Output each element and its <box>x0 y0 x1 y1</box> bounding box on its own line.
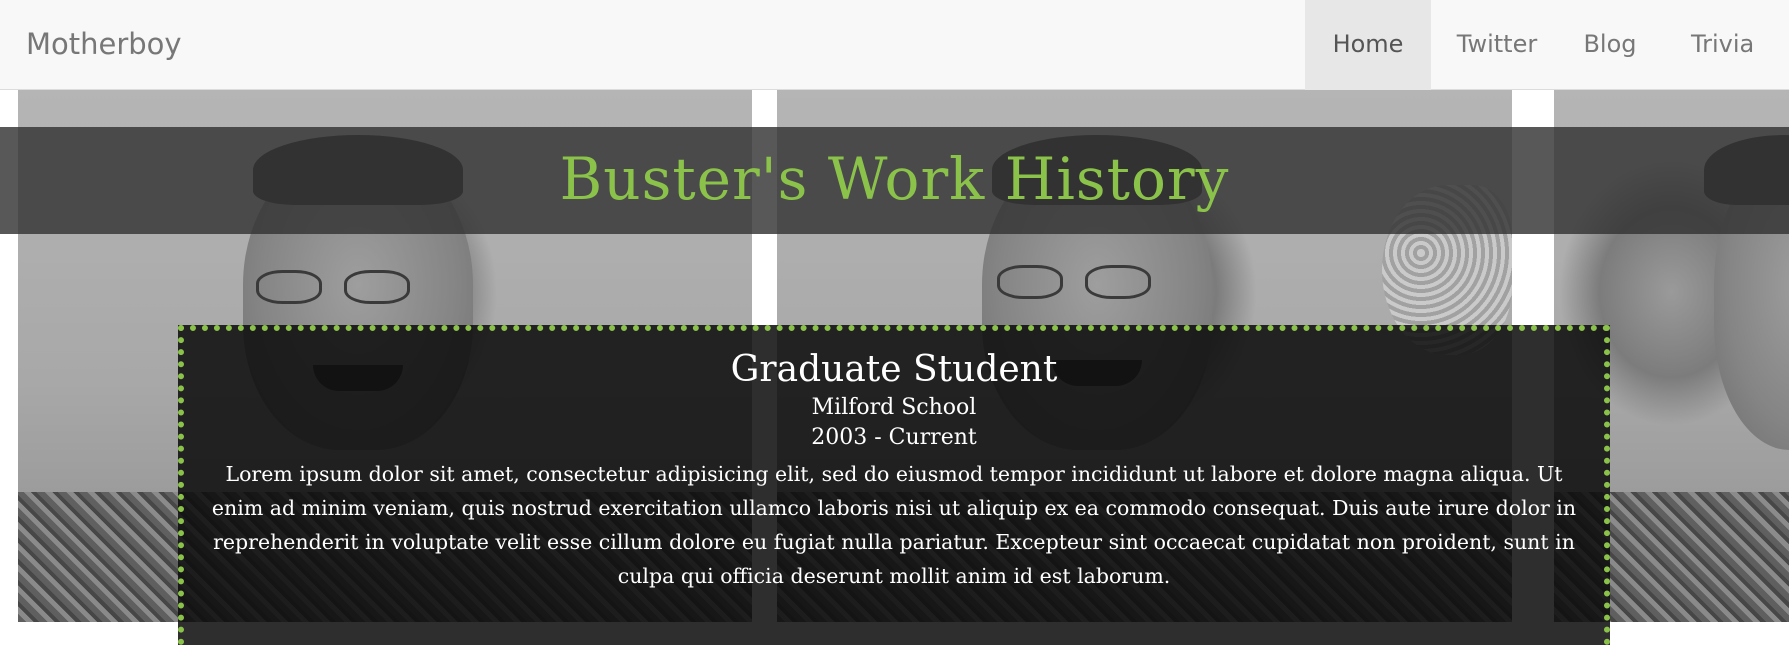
nav-item-home[interactable]: Home <box>1305 0 1431 90</box>
brand-link[interactable]: Motherboy <box>26 0 182 90</box>
job-card: Graduate Student Milford School 2003 - C… <box>178 325 1610 645</box>
nav-menu: Home Twitter Blog Trivia <box>1305 0 1789 90</box>
job-description: Lorem ipsum dolor sit amet, consectetur … <box>211 462 1577 588</box>
navbar: Motherboy Home Twitter Blog Trivia <box>0 0 1789 90</box>
nav-item-blog[interactable]: Blog <box>1563 0 1657 90</box>
page-title: Buster's Work History <box>559 145 1230 213</box>
nav-item-twitter[interactable]: Twitter <box>1431 0 1563 90</box>
title-banner: Buster's Work History <box>0 127 1789 234</box>
job-title: Graduate Student <box>730 349 1058 390</box>
job-dates: 2003 - Current <box>811 425 977 450</box>
nav-item-trivia[interactable]: Trivia <box>1657 0 1789 90</box>
job-organization: Milford School <box>811 395 977 420</box>
